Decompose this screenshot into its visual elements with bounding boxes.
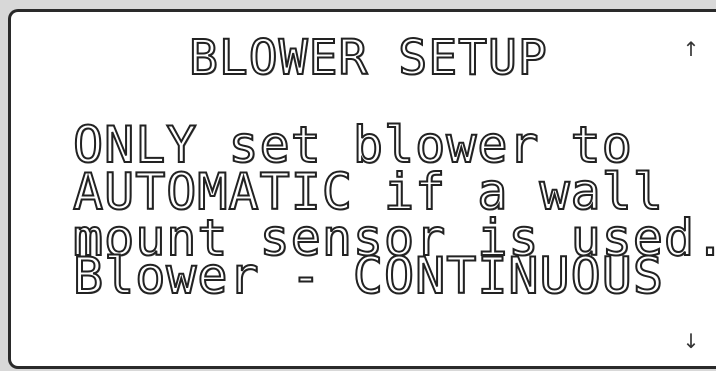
scroll-up-arrow-icon[interactable]: ↑ [682,38,700,60]
lcd-screen: BLOWER SETUP ↑ ONLY set blower to AUTOMA… [8,9,716,369]
blower-setting-line[interactable]: Blower - CONTINUOUS [72,250,664,302]
screen-title: BLOWER SETUP [188,30,548,86]
scroll-down-arrow-icon[interactable]: ↓ [682,330,700,352]
